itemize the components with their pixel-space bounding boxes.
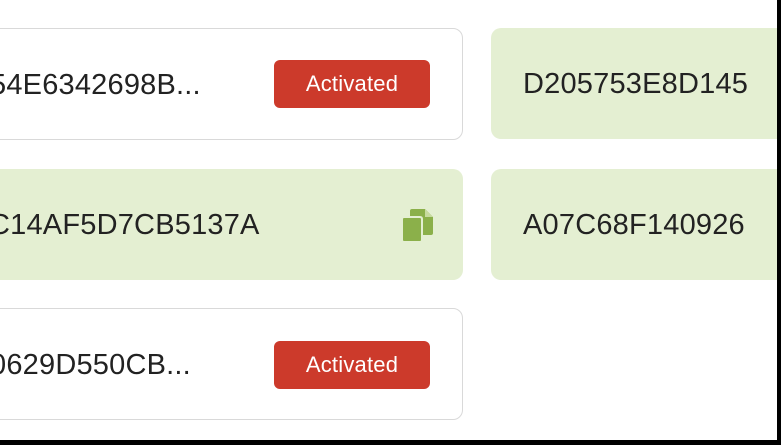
license-card-activated: 54E6342698B... Activated bbox=[0, 28, 463, 140]
license-card-available[interactable]: C14AF5D7CB5137A bbox=[0, 169, 463, 280]
license-code: 0629D550CB... bbox=[0, 349, 191, 381]
license-card-activated: 0629D550CB... Activated bbox=[0, 308, 463, 420]
license-code: D205753E8D145 bbox=[523, 68, 749, 100]
copy-icon-graphic bbox=[401, 209, 433, 243]
license-code: C14AF5D7CB5137A bbox=[0, 209, 260, 241]
license-code: 54E6342698B... bbox=[0, 69, 201, 101]
activated-badge: Activated bbox=[274, 341, 430, 389]
license-card-available[interactable]: D205753E8D145 bbox=[491, 28, 777, 139]
license-keys-panel: 54E6342698B... Activated D205753E8D145 C… bbox=[0, 0, 777, 440]
license-code: A07C68F140926 bbox=[523, 209, 745, 241]
copy-icon[interactable] bbox=[401, 207, 435, 243]
activated-badge: Activated bbox=[274, 60, 430, 108]
license-card-available[interactable]: A07C68F140926 bbox=[491, 169, 777, 280]
